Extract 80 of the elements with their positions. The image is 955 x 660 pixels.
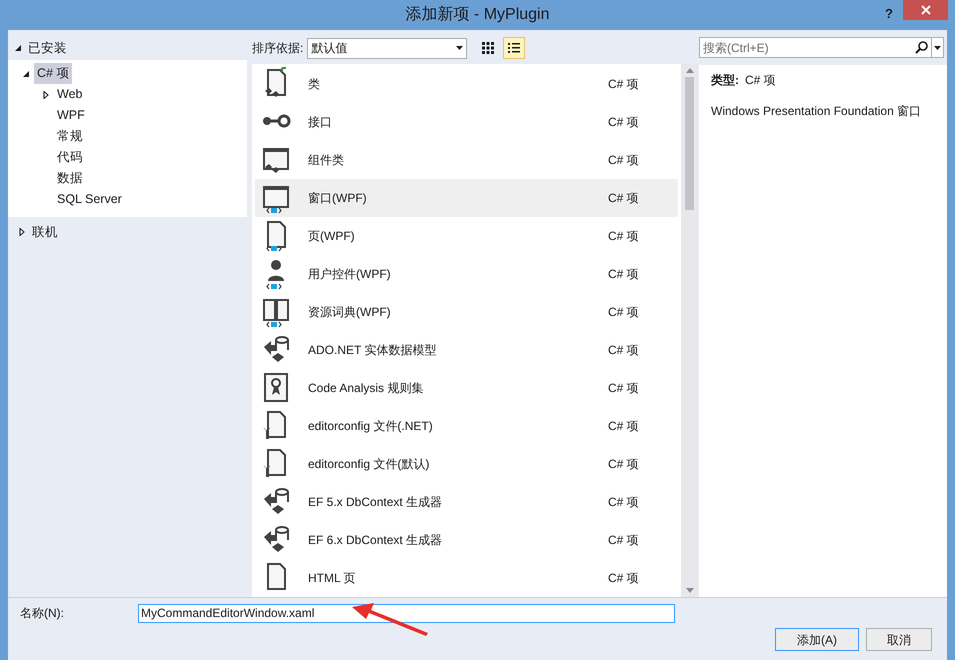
template-name: 类	[308, 76, 321, 93]
template-type: C# 项	[608, 190, 640, 207]
template-type: C# 项	[608, 494, 640, 511]
tree-item[interactable]: 代码	[54, 147, 86, 168]
template-row[interactable]: 页(WPF) C# 项	[255, 217, 678, 255]
search-icon[interactable]	[915, 41, 928, 54]
template-type: C# 项	[608, 304, 640, 321]
template-type: C# 项	[608, 114, 640, 131]
scroll-thumb[interactable]	[685, 77, 694, 210]
template-row[interactable]: EF 5.x DbContext 生成器 C# 项	[255, 483, 678, 521]
collapse-arrow-icon[interactable]	[22, 70, 30, 78]
template-name: editorconfig 文件(.NET)	[308, 418, 434, 435]
tree-item[interactable]: SQL Server	[54, 189, 125, 210]
template-name: 组件类	[308, 152, 345, 169]
template-row[interactable]: 类 C# 项	[255, 65, 678, 103]
tree-item[interactable]: C# 项	[34, 63, 72, 84]
template-type: C# 项	[608, 570, 640, 587]
template-name: 页(WPF)	[308, 228, 356, 245]
template-row[interactable]: editorconfig 文件(.NET) C# 项	[255, 407, 678, 445]
template-type: C# 项	[608, 380, 640, 397]
template-name: 用户控件(WPF)	[308, 266, 392, 283]
cancel-button[interactable]: 取消	[866, 628, 932, 651]
template-name: EF 6.x DbContext 生成器	[308, 532, 444, 549]
window-title: 添加新项 - MyPlugin	[405, 4, 550, 25]
dropdown-arrow-icon	[456, 46, 464, 50]
list-view-button[interactable]	[503, 37, 526, 59]
template-name: ADO.NET 实体数据模型	[308, 342, 438, 359]
scroll-down-icon[interactable]	[686, 588, 694, 593]
template-type: C# 项	[608, 152, 640, 169]
scrollbar[interactable]	[681, 64, 698, 597]
template-row[interactable]: 接口 C# 项	[255, 103, 678, 141]
template-type: C# 项	[608, 456, 640, 473]
template-row[interactable]: Code Analysis 规则集 C# 项	[255, 369, 678, 407]
search-field[interactable]: 搜索(Ctrl+E)	[700, 38, 912, 56]
template-row[interactable]: 窗口(WPF) C# 项	[255, 179, 678, 217]
tree-item[interactable]: Web	[54, 84, 86, 105]
template-type: C# 项	[608, 266, 640, 283]
expand-arrow-icon[interactable]	[18, 228, 26, 236]
template-row[interactable]: 组件类 C# 项	[255, 141, 678, 179]
help-button[interactable]: ?	[885, 4, 893, 24]
list-icon	[508, 42, 520, 54]
tree-header[interactable]: 已安装	[28, 38, 67, 58]
search-box[interactable]: 搜索(Ctrl+E)	[699, 37, 944, 58]
collapse-arrow-icon[interactable]	[14, 44, 22, 52]
template-description: Windows Presentation Foundation 窗口	[711, 103, 922, 119]
template-type: C# 项	[608, 228, 640, 245]
close-button[interactable]	[903, 0, 948, 20]
template-name: 接口	[308, 114, 333, 131]
name-field[interactable]: MyCommandEditorWindow.xaml	[138, 604, 675, 622]
add-button[interactable]: 添加(A)	[775, 628, 859, 651]
template-type: C# 项	[608, 76, 640, 93]
template-row[interactable]: editorconfig 文件(默认) C# 项	[255, 445, 678, 483]
grid-icon	[482, 42, 494, 54]
name-label: 名称(N):	[20, 605, 65, 622]
template-type: C# 项	[608, 532, 640, 549]
tree-item[interactable]: WPF	[54, 105, 88, 126]
scroll-up-icon[interactable]	[686, 68, 694, 73]
template-name: Code Analysis 规则集	[308, 380, 424, 397]
template-row[interactable]: 用户控件(WPF) C# 项	[255, 255, 678, 293]
expand-arrow-icon[interactable]	[42, 90, 50, 98]
sort-dropdown[interactable]: 默认值	[307, 38, 468, 58]
tree-header[interactable]: 联机	[32, 222, 58, 242]
tree-item[interactable]: 数据	[54, 168, 86, 189]
template-type: C# 项	[608, 342, 640, 359]
type-label: 类型:	[711, 72, 739, 89]
dropdown-arrow-icon[interactable]	[934, 46, 941, 50]
template-name: editorconfig 文件(默认)	[308, 456, 430, 473]
tree-item[interactable]: 常规	[54, 126, 86, 147]
template-row[interactable]: HTML 页 C# 项	[255, 559, 678, 597]
template-type: C# 项	[608, 418, 640, 435]
close-icon	[920, 5, 930, 15]
template-name: HTML 页	[308, 570, 357, 587]
template-name: 资源词典(WPF)	[308, 304, 392, 321]
template-row[interactable]: EF 6.x DbContext 生成器 C# 项	[255, 521, 678, 559]
template-name: EF 5.x DbContext 生成器	[308, 494, 444, 511]
sort-label: 排序依据:	[252, 40, 304, 57]
type-value: C# 项	[745, 72, 776, 89]
template-row[interactable]: ADO.NET 实体数据模型 C# 项	[255, 331, 678, 369]
template-name: 窗口(WPF)	[308, 190, 368, 207]
template-row[interactable]: 资源词典(WPF) C# 项	[255, 293, 678, 331]
